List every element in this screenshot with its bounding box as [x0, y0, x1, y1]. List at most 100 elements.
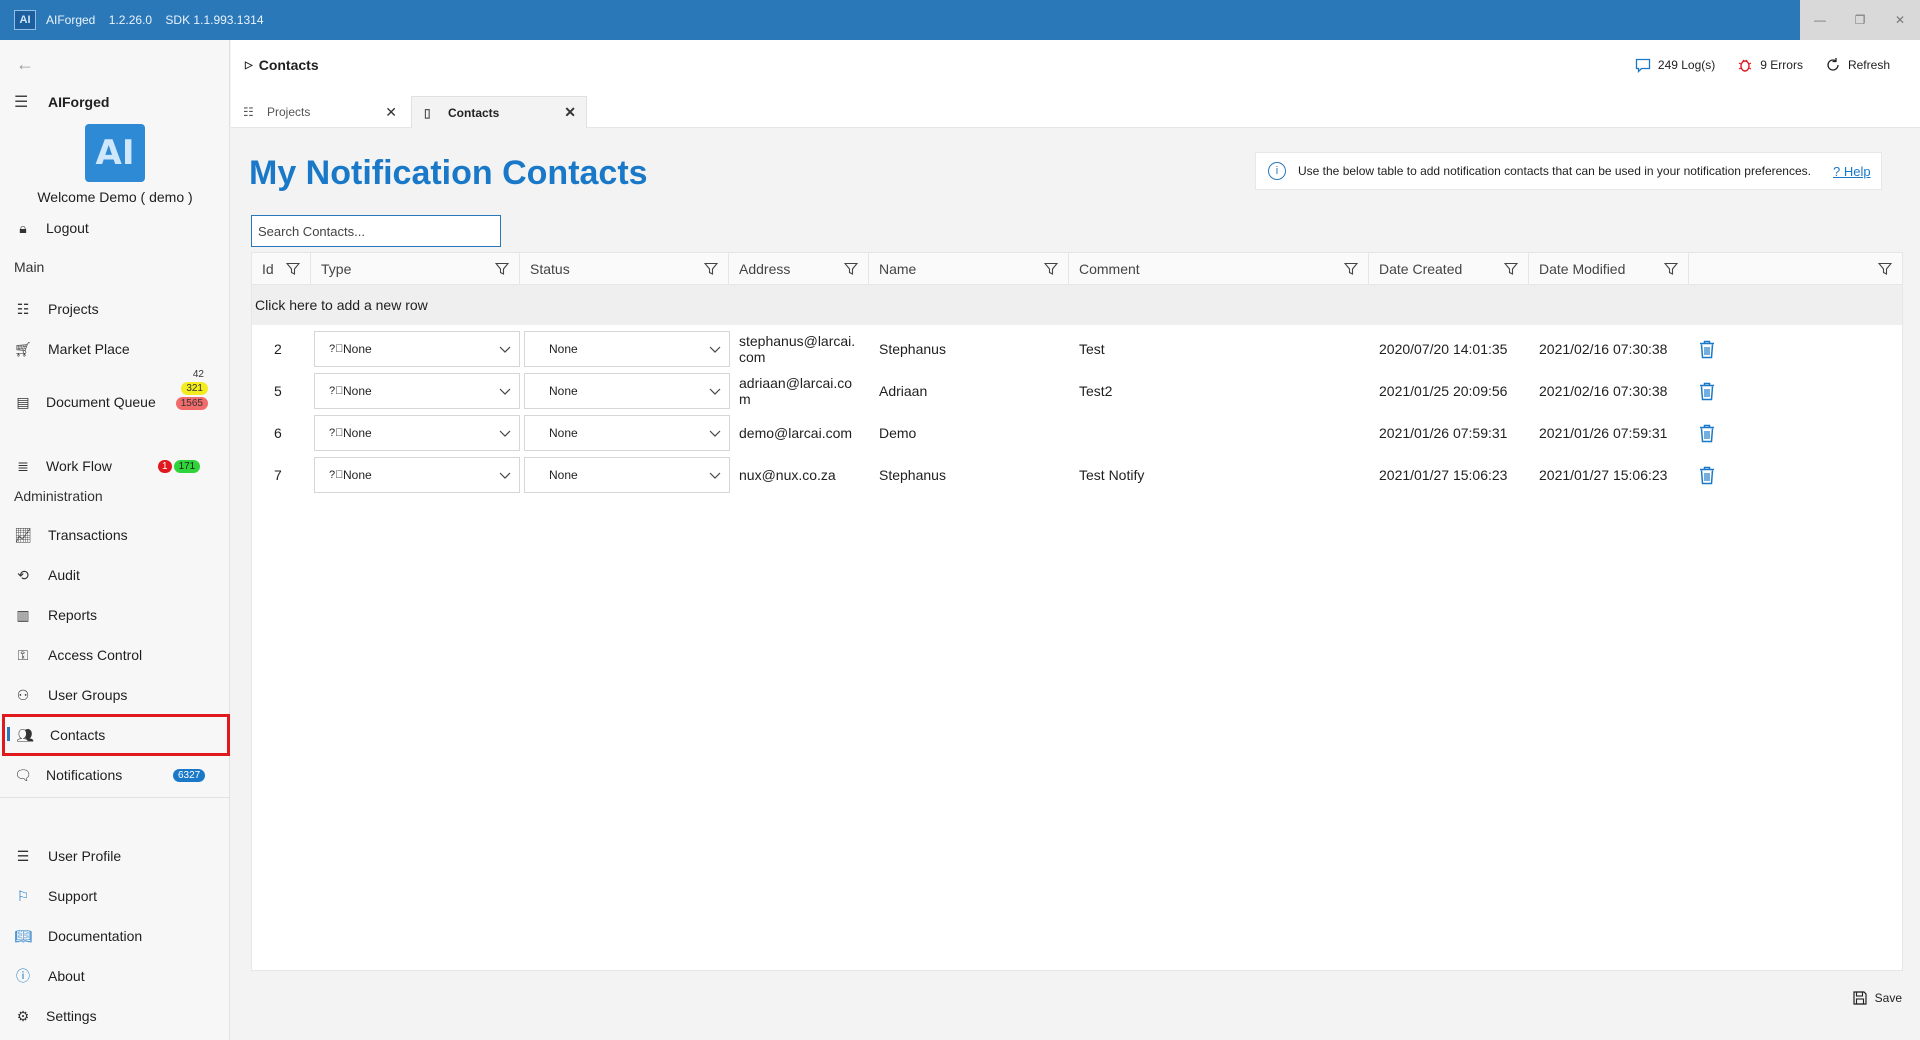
- column-header-type[interactable]: Type: [311, 253, 520, 285]
- column-header-name[interactable]: Name: [869, 253, 1069, 285]
- funnel-icon[interactable]: [1344, 262, 1358, 276]
- status-dropdown[interactable]: None: [524, 331, 730, 367]
- table-row[interactable]: 7 ?⃝ None None nux@nux.co.za Stephanus Test No…: [252, 454, 1902, 496]
- close-tab-icon[interactable]: ✕: [385, 104, 397, 121]
- app-version: 1.2.26.0: [108, 13, 153, 27]
- sidebar-item-user-profile[interactable]: ☰ User Profile: [0, 837, 230, 875]
- funnel-icon[interactable]: [1664, 262, 1678, 276]
- sidebar-item-projects[interactable]: ☷ Projects: [0, 290, 230, 328]
- status-value: None: [549, 384, 578, 398]
- delete-button[interactable]: [1699, 454, 1719, 496]
- status-value: None: [549, 426, 578, 440]
- sidebar-item-access-control[interactable]: ⚿ Access Control: [0, 636, 230, 674]
- minimize-button[interactable]: —: [1800, 0, 1840, 40]
- funnel-icon[interactable]: [1878, 262, 1892, 276]
- cell-comment: [1079, 412, 1359, 454]
- cell-comment: Test2: [1079, 383, 1113, 399]
- funnel-icon[interactable]: [844, 262, 858, 276]
- status-value: None: [549, 342, 578, 356]
- trash-icon: [1700, 424, 1714, 442]
- sidebar-item-settings[interactable]: ⚙ Settings: [0, 997, 230, 1035]
- delete-button[interactable]: [1699, 370, 1719, 412]
- cell-name: Adriaan: [879, 383, 928, 399]
- hamburger-icon[interactable]: ☰: [14, 92, 34, 112]
- sidebar-item-work-flow[interactable]: ≣ Work Flow 1 171: [0, 447, 230, 485]
- chevron-down-icon: [499, 472, 511, 479]
- tab-label: Contacts: [448, 105, 500, 120]
- sidebar-item-support[interactable]: ⚐ Support: [0, 877, 230, 915]
- contacts-icon: 👥︎: [16, 726, 34, 743]
- sidebar-item-market-place[interactable]: 🛒︎ Market Place: [0, 330, 230, 368]
- refresh-button[interactable]: Refresh: [1825, 57, 1890, 73]
- table-row[interactable]: 5 ?⃝ None None adriaan@larcai.com Adriaan Test…: [252, 370, 1902, 412]
- type-dropdown[interactable]: ?⃝ None: [314, 457, 520, 493]
- sidebar-item-user-groups[interactable]: ⚇ User Groups: [0, 676, 230, 714]
- sidebar-item-label: Logout: [46, 220, 89, 236]
- sidebar-item-label: Support: [48, 888, 98, 904]
- close-tab-icon[interactable]: ✕: [564, 104, 576, 121]
- sidebar-item-contacts[interactable]: 👥︎ Contacts: [2, 714, 230, 756]
- search-input[interactable]: [251, 215, 501, 247]
- sidebar-item-transactions[interactable]: 📈︎ Transactions: [0, 516, 230, 554]
- funnel-icon[interactable]: [1504, 262, 1518, 276]
- sidebar-item-about[interactable]: ⓘ About: [0, 957, 230, 995]
- status-dropdown[interactable]: None: [524, 373, 730, 409]
- sidebar-item-audit[interactable]: ⟲ Audit: [0, 556, 230, 594]
- table-row[interactable]: 6 ?⃝ None None demo@larcai.com Demo 2021/01/26…: [252, 412, 1902, 454]
- type-value: None: [343, 342, 372, 356]
- status-dropdown[interactable]: None: [524, 415, 730, 451]
- column-label: Type: [321, 261, 352, 277]
- sidebar-item-label: Access Control: [48, 647, 143, 663]
- help-link[interactable]: ? Help: [1833, 164, 1871, 179]
- cell-id: 7: [274, 467, 282, 483]
- column-label: Date Modified: [1539, 261, 1626, 277]
- funnel-icon[interactable]: [1044, 262, 1058, 276]
- column-header-address[interactable]: Address: [729, 253, 869, 285]
- refresh-label: Refresh: [1847, 58, 1890, 72]
- column-header-id[interactable]: Id: [252, 253, 311, 285]
- type-dropdown[interactable]: ?⃝ None: [314, 331, 520, 367]
- workflow-ok-badge: 171: [173, 459, 201, 473]
- funnel-icon[interactable]: [286, 262, 300, 276]
- funnel-icon[interactable]: [704, 262, 718, 276]
- sidebar-item-reports[interactable]: ▥ Reports: [0, 596, 230, 634]
- status-dropdown[interactable]: None: [524, 457, 730, 493]
- close-window-button[interactable]: ✕: [1880, 0, 1920, 40]
- tab-strip: ☷ Projects ✕ ▯ Contacts ✕: [231, 90, 1920, 128]
- errors-button[interactable]: 9 Errors: [1737, 57, 1803, 73]
- tab-projects[interactable]: ☷ Projects ✕: [231, 96, 407, 128]
- cell-date-modified: 2021/01/27 15:06:23: [1539, 467, 1668, 483]
- chevron-down-icon: [709, 472, 721, 479]
- funnel-icon[interactable]: [495, 262, 509, 276]
- cell-comment: Test Notify: [1079, 467, 1145, 483]
- logs-button[interactable]: 249 Log(s): [1635, 57, 1715, 73]
- column-header-status[interactable]: Status: [520, 253, 729, 285]
- sidebar-item-documentation[interactable]: 📖︎ Documentation: [0, 917, 230, 955]
- maximize-button[interactable]: ❐: [1840, 0, 1880, 40]
- column-header-date-modified[interactable]: Date Modified: [1529, 253, 1689, 285]
- type-dropdown[interactable]: ?⃝ None: [314, 373, 520, 409]
- save-button[interactable]: Save: [1853, 984, 1902, 1012]
- sidebar-item-logout[interactable]: 🔒︎ Logout: [0, 209, 230, 247]
- group-icon: ⚇: [16, 686, 30, 703]
- queue-count-badge: 42: [192, 369, 204, 380]
- projects-icon: ☷: [243, 105, 254, 119]
- cell-id: 2: [274, 341, 282, 357]
- welcome-text: Welcome Demo ( demo ): [37, 189, 193, 205]
- expand-icon[interactable]: ▷: [245, 60, 253, 71]
- cell-name: Stephanus: [879, 467, 946, 483]
- back-arrow-icon[interactable]: ←: [16, 54, 34, 75]
- column-header-comment[interactable]: Comment: [1069, 253, 1369, 285]
- tab-contacts[interactable]: ▯ Contacts ✕: [411, 96, 587, 128]
- column-header-date-created[interactable]: Date Created: [1369, 253, 1529, 285]
- profile-icon: ☰: [16, 847, 30, 864]
- table-row[interactable]: 2 ?⃝ None None stephanus@larcai.com Stephanus…: [252, 328, 1902, 370]
- delete-button[interactable]: [1699, 328, 1719, 370]
- delete-button[interactable]: [1699, 412, 1719, 454]
- add-new-row[interactable]: Click here to add a new row: [252, 285, 1902, 325]
- sidebar-item-document-queue[interactable]: ▤ Document Queue 42 321 1565: [0, 369, 230, 427]
- type-dropdown[interactable]: ?⃝ None: [314, 415, 520, 451]
- sidebar-item-notifications[interactable]: 🗨︎ Notifications 6327: [0, 756, 230, 794]
- column-header-actions[interactable]: [1689, 253, 1902, 285]
- chevron-down-icon: [709, 388, 721, 395]
